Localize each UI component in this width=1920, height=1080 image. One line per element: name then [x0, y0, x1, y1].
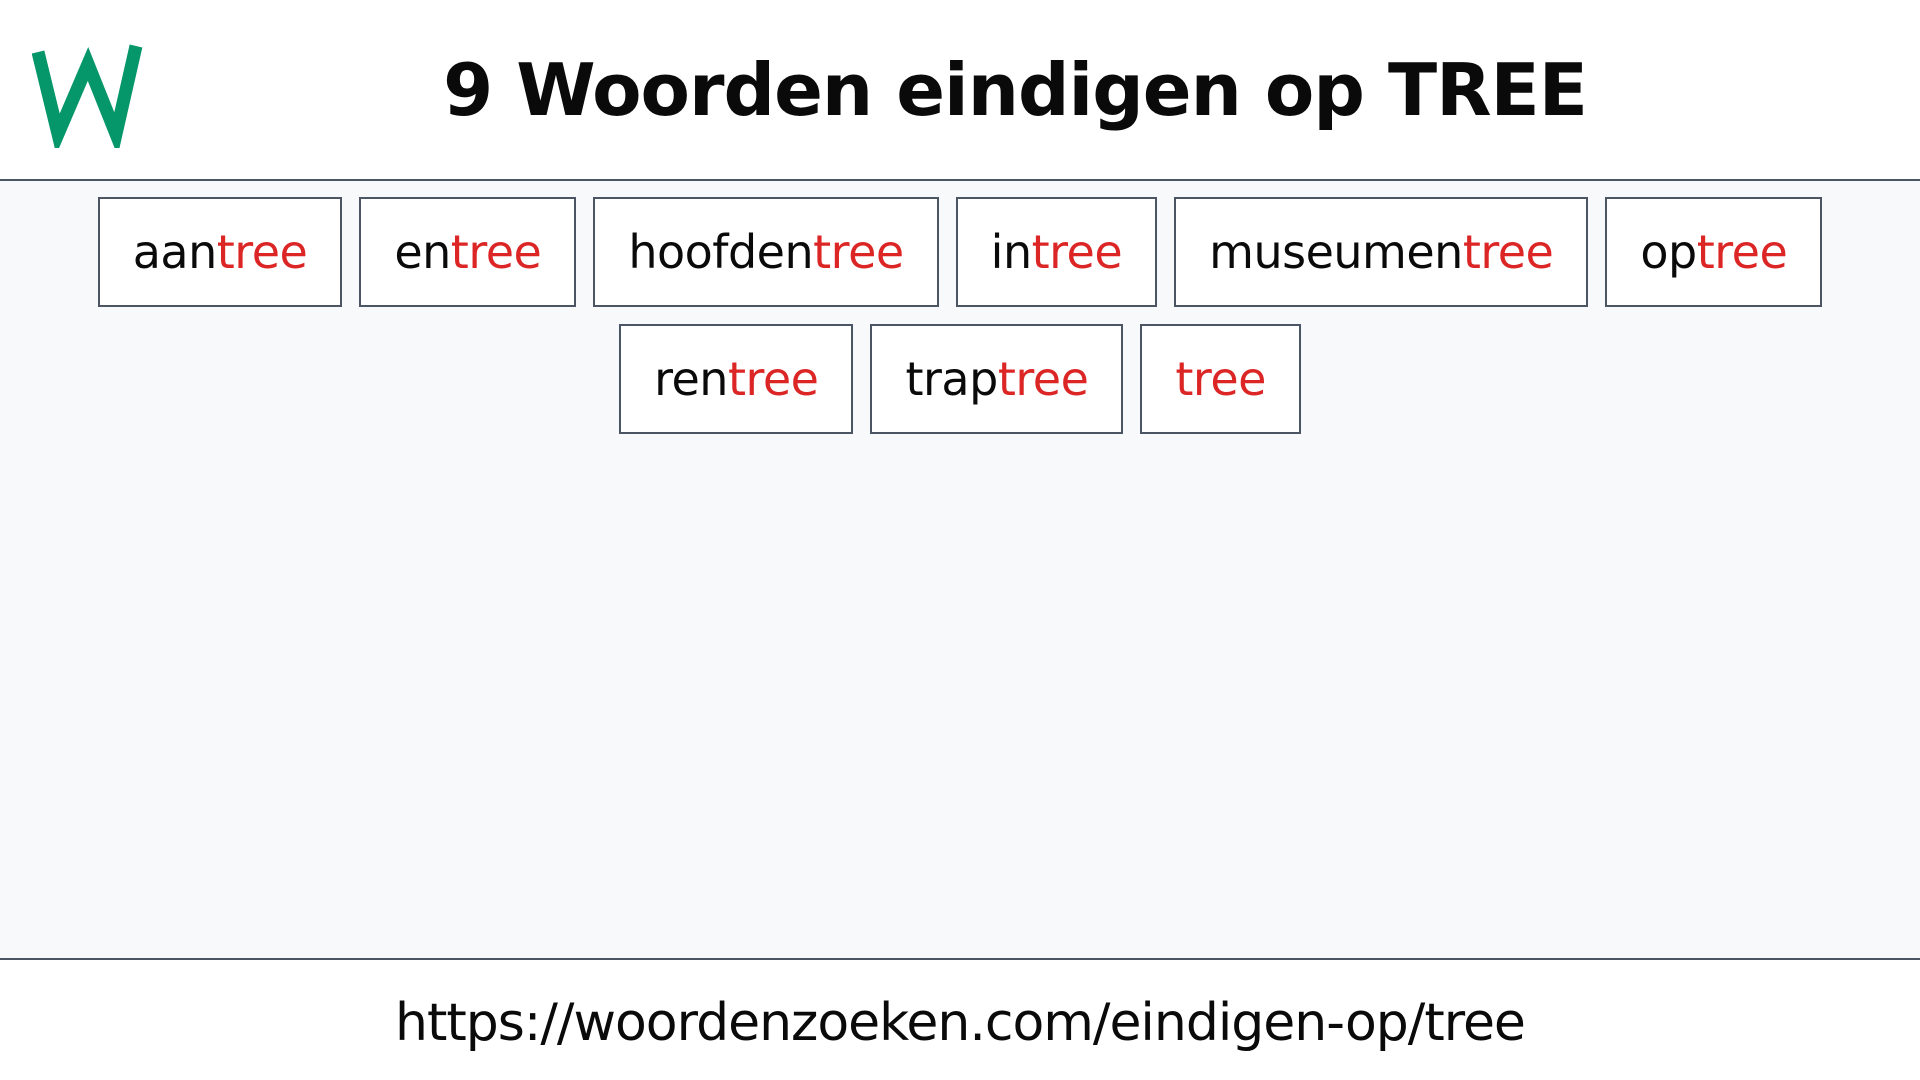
word-item[interactable]: museumen tree: [1174, 197, 1589, 307]
word-item[interactable]: ren tree: [619, 324, 854, 434]
word-suffix: tree: [216, 225, 308, 279]
word-item[interactable]: aan tree: [97, 197, 343, 307]
word-suffix: tree: [727, 352, 819, 406]
page-title: 9 Woorden eindigen op TREE: [443, 48, 1588, 132]
word-prefix: hoofden: [628, 225, 814, 279]
word-item[interactable]: op tree: [1605, 197, 1823, 307]
word-suffix: tree: [1031, 225, 1123, 279]
word-prefix: en: [394, 225, 451, 279]
word-prefix: museumen: [1209, 225, 1463, 279]
word-prefix: trap: [905, 352, 998, 406]
word-prefix: in: [990, 225, 1032, 279]
word-prefix: aan: [132, 225, 218, 279]
word-item[interactable]: trap tree: [870, 324, 1124, 434]
word-list: aan tree en tree hoofden tree in tree museum…: [0, 197, 1920, 434]
word-prefix: ren: [654, 352, 728, 406]
footer-url: https://woordenzoeken.com/eindigen-op/tr…: [395, 993, 1526, 1053]
header: 9 Woorden eindigen op TREE: [0, 0, 1920, 181]
word-item[interactable]: tree: [1140, 324, 1301, 434]
word-suffix: tree: [1175, 352, 1266, 406]
word-suffix: tree: [1696, 225, 1788, 279]
word-prefix: op: [1640, 225, 1697, 279]
word-suffix: tree: [997, 352, 1089, 406]
footer: https://woordenzoeken.com/eindigen-op/tr…: [0, 960, 1920, 1080]
word-item[interactable]: hoofden tree: [593, 197, 939, 307]
word-suffix: tree: [450, 225, 542, 279]
main-content: aan tree en tree hoofden tree in tree museum…: [0, 181, 1920, 960]
word-item[interactable]: in tree: [955, 197, 1158, 307]
word-suffix: tree: [813, 225, 904, 279]
word-item[interactable]: en tree: [359, 197, 577, 307]
word-suffix: tree: [1462, 225, 1554, 279]
